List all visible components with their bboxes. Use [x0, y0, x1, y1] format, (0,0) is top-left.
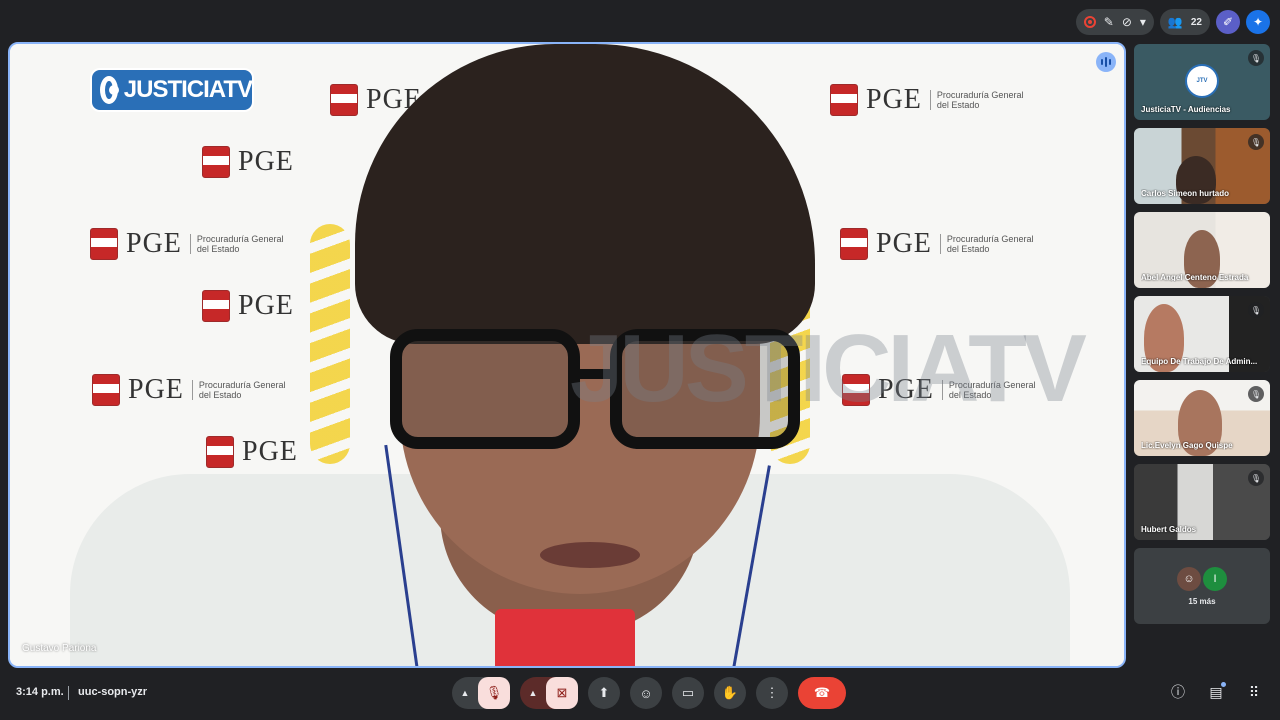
meet-window: ✎ ⊘ ▾ 👥 22 ✐ ✦ PGE PGE Procuraduría Gene… — [0, 0, 1280, 720]
more-vert-icon: ⋮ — [765, 685, 779, 700]
activities-button[interactable]: ⠿ — [1244, 682, 1264, 702]
side-panel-controls: ⓘ ▤ ⠿ — [1168, 682, 1264, 702]
record-icon — [1083, 16, 1096, 28]
people-icon: 👥 — [1167, 15, 1183, 29]
divider — [68, 686, 69, 700]
captions-button[interactable]: ▭ — [672, 677, 704, 709]
speaker-tie — [495, 609, 635, 666]
more-avatars: ☺ I — [1177, 566, 1227, 591]
participants-button[interactable]: 👥 22 — [1159, 9, 1210, 35]
notification-dot — [1221, 682, 1226, 687]
participant-tile[interactable]: 🎙 Hubert Galdos — [1134, 464, 1270, 540]
camera-toggle-button[interactable]: ⊠ — [546, 677, 578, 709]
more-participants-tile[interactable]: ☺ I 15 más — [1134, 548, 1270, 624]
present-icon: ⬆ — [598, 685, 610, 700]
participant-tile[interactable]: 🎙 Lic.Evelyn Gago Quispe — [1134, 380, 1270, 456]
speaker-name: Gustavo Pariona — [22, 643, 97, 654]
justiciatv-avatar: JTV — [1185, 64, 1219, 98]
bottom-control-bar: 3:14 p.m. uuc-sopn-yzr ▲ 🎙 ▲ ⊠ ⬆ ☺ ▭ ✋ ⋮… — [0, 672, 1280, 720]
gemini-icon[interactable]: ✦ — [1246, 10, 1270, 34]
caption-off-icon: ⊘ — [1121, 15, 1132, 29]
avatar: ☺ — [1177, 566, 1201, 591]
meeting-code: uuc-sopn-yzr — [78, 686, 148, 698]
mic-combo: ▲ 🎙 — [452, 677, 510, 709]
justiciatv-mark-icon — [100, 76, 119, 104]
participant-tile[interactable]: Abel Angel Centeno Estrada — [1134, 212, 1270, 288]
speaker-hair — [355, 44, 815, 344]
edit-icon: ✎ — [1103, 15, 1114, 29]
info-icon: ⓘ — [1171, 684, 1185, 700]
participant-tile[interactable]: 🎙 Carlos Simeon hurtado — [1134, 128, 1270, 204]
reactions-button[interactable]: ☺ — [630, 677, 662, 709]
participant-name: Hubert Galdos — [1141, 525, 1197, 534]
phone-hangup-icon: ☎ — [813, 685, 831, 700]
chat-button[interactable]: ▤ — [1206, 682, 1226, 702]
meeting-status-pill[interactable]: ✎ ⊘ ▾ — [1075, 9, 1154, 35]
more-participants-label: 15 más — [1188, 596, 1216, 606]
participant-name: Equipo De Trabajo De Admin... — [1141, 357, 1258, 366]
participant-name: Carlos Simeon hurtado — [1141, 189, 1230, 198]
justiciatv-logo-text: JUSTICIATV — [123, 76, 253, 103]
mic-off-icon: 🎙 — [1248, 470, 1264, 486]
call-controls: ▲ 🎙 ▲ ⊠ ⬆ ☺ ▭ ✋ ⋮ ☎ — [452, 677, 846, 709]
meeting-clock: 3:14 p.m. — [16, 686, 64, 698]
speaker-mouth — [540, 542, 640, 568]
camera-off-icon: ⊠ — [556, 685, 568, 700]
raise-hand-button[interactable]: ✋ — [714, 677, 746, 709]
meeting-info-button[interactable]: ⓘ — [1168, 682, 1188, 702]
watermark: JUSTICIATV — [570, 315, 1087, 422]
main-video-tile[interactable]: PGE PGE Procuraduría General del Estado P… — [8, 42, 1126, 668]
present-screen-button[interactable]: ⬆ — [588, 677, 620, 709]
emoji-icon: ☺ — [639, 685, 653, 701]
apps-grid-icon: ⠿ — [1248, 683, 1260, 700]
justiciatv-logo: JUSTICIATV — [90, 68, 254, 112]
mic-options-chevron-icon[interactable]: ▲ — [452, 677, 478, 709]
participant-name: Lic.Evelyn Gago Quispe — [1141, 441, 1233, 450]
participant-tile[interactable]: JTV 🎙 JusticiaTV - Audiencias — [1134, 44, 1270, 120]
avatar: I — [1203, 566, 1227, 591]
participant-name: Abel Angel Centeno Estrada — [1141, 273, 1249, 282]
participant-count: 22 — [1190, 16, 1202, 28]
participant-name: JusticiaTV - Audiencias — [1141, 105, 1231, 114]
dropdown-icon: ▾ — [1139, 15, 1146, 29]
participant-tile[interactable]: 🎙 Equipo De Trabajo De Admin... — [1134, 296, 1270, 372]
pen-icon[interactable]: ✐ — [1216, 10, 1240, 34]
mic-toggle-button[interactable]: 🎙 — [478, 677, 510, 709]
end-call-button[interactable]: ☎ — [798, 677, 846, 709]
speaking-indicator-icon — [1096, 52, 1116, 72]
mic-off-icon: 🎙 — [1248, 134, 1264, 150]
camera-combo: ▲ ⊠ — [520, 677, 578, 709]
more-options-button[interactable]: ⋮ — [756, 677, 788, 709]
participant-tiles: JTV 🎙 JusticiaTV - Audiencias 🎙 Carlos S… — [1134, 44, 1270, 632]
captions-icon: ▭ — [681, 685, 695, 700]
mic-off-icon: 🎙 — [1248, 302, 1264, 318]
mic-off-icon: 🎙 — [1248, 50, 1264, 66]
hand-icon: ✋ — [721, 685, 739, 700]
mic-off-icon: 🎙 — [1248, 386, 1264, 402]
camera-options-chevron-icon[interactable]: ▲ — [520, 677, 546, 709]
top-status-bar: ✎ ⊘ ▾ 👥 22 ✐ ✦ — [1075, 8, 1270, 36]
mic-off-icon: 🎙 — [485, 685, 503, 700]
